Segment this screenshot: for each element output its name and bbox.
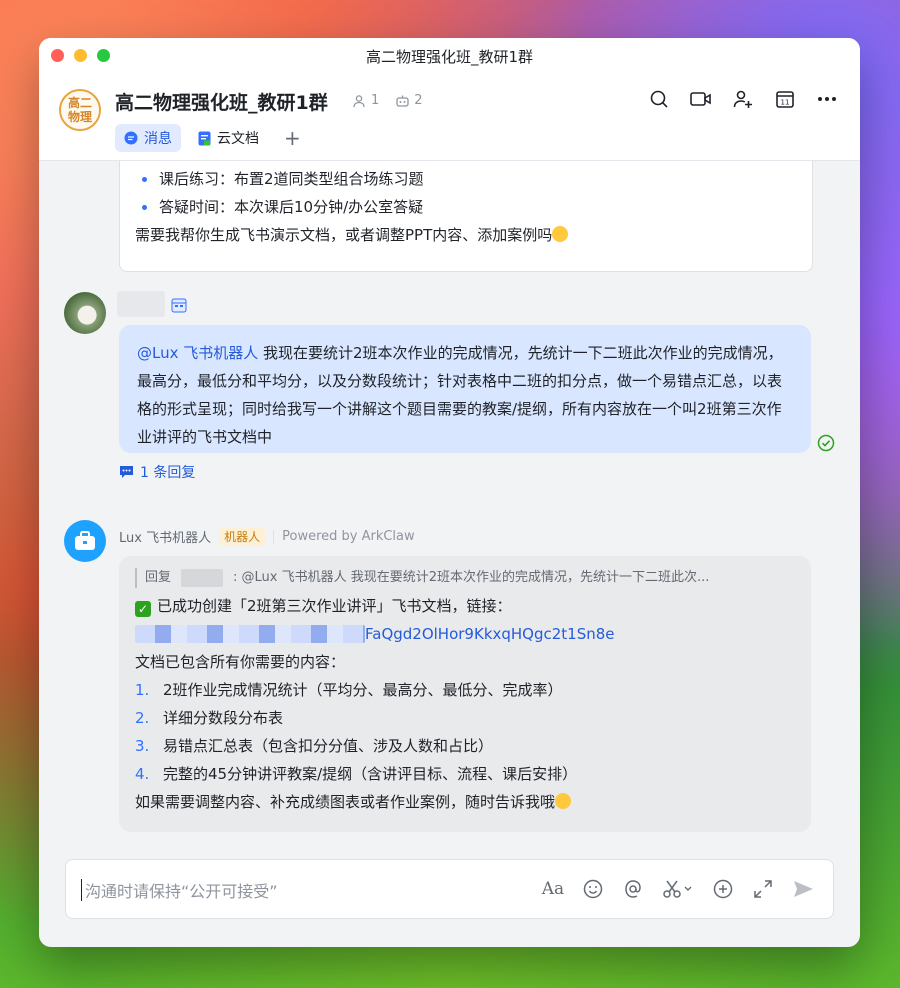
reply-count: 1 条回复 — [140, 465, 196, 481]
created-text: 已成功创建「2班第三次作业讲评」飞书文档，链接： — [157, 597, 512, 615]
expand-icon[interactable] — [751, 877, 775, 901]
tab-cloud-docs-label: 云文档 — [217, 131, 259, 147]
list-item: 4. 完整的45分钟讲评教案/提纲（含讲评目标、流程、课后安排） — [135, 760, 795, 788]
created-line: ✓ 已成功创建「2班第三次作业讲评」飞书文档，链接： — [135, 592, 795, 620]
doc-icon — [198, 131, 211, 145]
user-avatar[interactable] — [64, 292, 106, 334]
member-count[interactable]: 1 — [353, 93, 379, 108]
more-icon[interactable] — [816, 88, 838, 110]
send-icon[interactable] — [791, 877, 815, 901]
list-item: 课后练习：布置2道同类型组合场练习题 — [120, 165, 812, 193]
message-composer: Aa — [65, 859, 834, 919]
bot-badge: 机器人 — [219, 527, 266, 546]
close-window-button[interactable] — [51, 49, 64, 62]
thread-replies-link[interactable]: 1 条回复 — [119, 462, 195, 482]
list-text: 详细分数段分布表 — [163, 709, 284, 727]
maximize-window-button[interactable] — [97, 49, 110, 62]
bot-message-bubble[interactable]: 回复 : @Lux 飞书机器人 我现在要统计2班本次作业的完成情况，先统计一下二… — [119, 556, 811, 832]
list-number: 3. — [135, 737, 150, 755]
group-avatar-text: 高二物理 — [67, 96, 92, 124]
group-meta: 1 2 — [353, 93, 423, 108]
tab-messages-label: 消息 — [144, 131, 172, 147]
reply-thread-icon — [120, 466, 133, 478]
list-item: 1. 2班作业完成情况统计（平均分、最高分、最低分、完成率） — [135, 676, 795, 704]
font-format-icon[interactable]: Aa — [541, 877, 565, 901]
video-icon[interactable] — [690, 88, 712, 110]
powered-by: Powered by ArkClaw — [282, 529, 415, 544]
smirk-emoji-icon — [555, 793, 572, 809]
bot-count[interactable]: 2 — [395, 93, 423, 108]
add-member-icon[interactable] — [732, 88, 754, 110]
list-item: 答疑时间：本次课后10分钟/办公室答疑 — [120, 193, 812, 221]
message-list[interactable]: 课后练习：布置2道同类型组合场练习题 答疑时间：本次课后10分钟/办公室答疑 需… — [39, 161, 860, 851]
tab-messages[interactable]: 消息 — [115, 124, 181, 152]
reply-quote[interactable]: 回复 : @Lux 飞书机器人 我现在要统计2班本次作业的完成情况，先统计一下二… — [135, 568, 795, 588]
list-item: 2. 详细分数段分布表 — [135, 704, 795, 732]
bot-icon — [396, 95, 409, 107]
title-bar: 高二物理强化班_教研1群 — [39, 38, 860, 74]
plus-circle-icon[interactable] — [711, 877, 735, 901]
bot-avatar[interactable] — [64, 520, 106, 562]
doc-link[interactable]: FaQgd2OlHor9KkxqHQgc2t1Sn8e — [135, 620, 795, 648]
scissors-icon[interactable] — [661, 877, 695, 901]
member-count-value: 1 — [371, 93, 380, 108]
bot-closing-text: 如果需要调整内容、补充成绩图表或者作业案例，随时告诉我哦 — [135, 793, 556, 811]
bullet-dot — [142, 204, 147, 210]
list-text: 2班作业完成情况统计（平均分、最高分、最低分、完成率） — [163, 681, 563, 699]
mention-icon[interactable] — [621, 877, 645, 901]
bot-name-line: Lux 飞书机器人 机器人 Powered by ArkClaw — [119, 527, 415, 546]
header-actions: 11 — [648, 88, 838, 110]
message-icon — [124, 131, 138, 145]
redacted-user-name — [117, 291, 165, 317]
quote-prefix: 回复 — [145, 570, 172, 585]
tab-cloud-docs[interactable]: 云文档 — [189, 124, 268, 152]
prev-bot-card: 课后练习：布置2道同类型组合场练习题 答疑时间：本次课后10分钟/办公室答疑 需… — [119, 161, 813, 272]
smirk-emoji-icon — [552, 226, 569, 242]
prev-bullet-1: 课后练习：布置2道同类型组合场练习题 — [159, 170, 424, 188]
composer-toolbar: Aa — [541, 877, 815, 901]
briefcase-icon — [75, 531, 95, 550]
list-text: 完整的45分钟讲评教案/提纲（含讲评目标、流程、课后安排） — [163, 765, 578, 783]
bot-count-value: 2 — [414, 93, 423, 108]
list-text: 易错点汇总表（包含扣分分值、涉及人数和占比） — [163, 737, 494, 755]
quote-text: : @Lux 飞书机器人 我现在要统计2班本次作业的完成情况，先统计一下二班此次… — [233, 570, 710, 585]
user-message-bubble[interactable]: @Lux 飞书机器人 我现在要统计2班本次作业的完成情况，先统计一下二班此次作业… — [119, 325, 811, 453]
divider — [273, 529, 275, 544]
prev-closing-text: 需要我帮你生成飞书演示文档，或者调整PPT内容、添加案例吗 — [135, 226, 553, 244]
minimize-window-button[interactable] — [74, 49, 87, 62]
calendar-icon[interactable]: 11 — [774, 88, 796, 110]
bullet-dot — [142, 176, 147, 182]
group-avatar[interactable]: 高二物理 — [59, 89, 101, 131]
add-tab-button[interactable]: + — [276, 126, 309, 150]
window-title: 高二物理强化班_教研1群 — [365, 47, 534, 66]
check-mark-icon: ✓ — [135, 601, 151, 617]
user-status-icon — [171, 298, 187, 313]
list-number: 1. — [135, 681, 150, 699]
chat-window: 高二物理强化班_教研1群 高二物理 高二物理强化班_教研1群 1 2 11 消息… — [39, 38, 860, 947]
list-number: 4. — [135, 765, 150, 783]
redacted-link — [135, 625, 365, 643]
window-controls — [51, 49, 110, 62]
group-name[interactable]: 高二物理强化班_教研1群 — [115, 88, 328, 115]
search-icon[interactable] — [648, 88, 670, 110]
doc-link-text[interactable]: FaQgd2OlHor9KkxqHQgc2t1Sn8e — [365, 625, 615, 643]
text-cursor — [81, 879, 82, 901]
bot-closing-line: 如果需要调整内容、补充成绩图表或者作业案例，随时告诉我哦 — [135, 788, 795, 816]
list-item: 3. 易错点汇总表（包含扣分分值、涉及人数和占比） — [135, 732, 795, 760]
svg-text:11: 11 — [781, 99, 790, 107]
doc-intro: 文档已包含所有你需要的内容： — [135, 653, 346, 671]
emoji-icon[interactable] — [581, 877, 605, 901]
prev-bullet-2: 答疑时间：本次课后10分钟/办公室答疑 — [159, 198, 424, 216]
message-input[interactable] — [83, 876, 507, 906]
tab-bar: 消息 云文档 + — [115, 124, 309, 152]
redacted-quote-name — [181, 569, 224, 587]
bot-name[interactable]: Lux 飞书机器人 — [119, 527, 211, 546]
list-number: 2. — [135, 709, 150, 727]
member-icon — [353, 94, 365, 107]
prev-closing-line: 需要我帮你生成飞书演示文档，或者调整PPT内容、添加案例吗 — [120, 221, 812, 249]
mention-bot[interactable]: @Lux 飞书机器人 — [137, 344, 258, 362]
read-check-icon — [817, 434, 835, 452]
chat-header: 高二物理 高二物理强化班_教研1群 1 2 11 消息 云文档 + — [39, 74, 860, 161]
